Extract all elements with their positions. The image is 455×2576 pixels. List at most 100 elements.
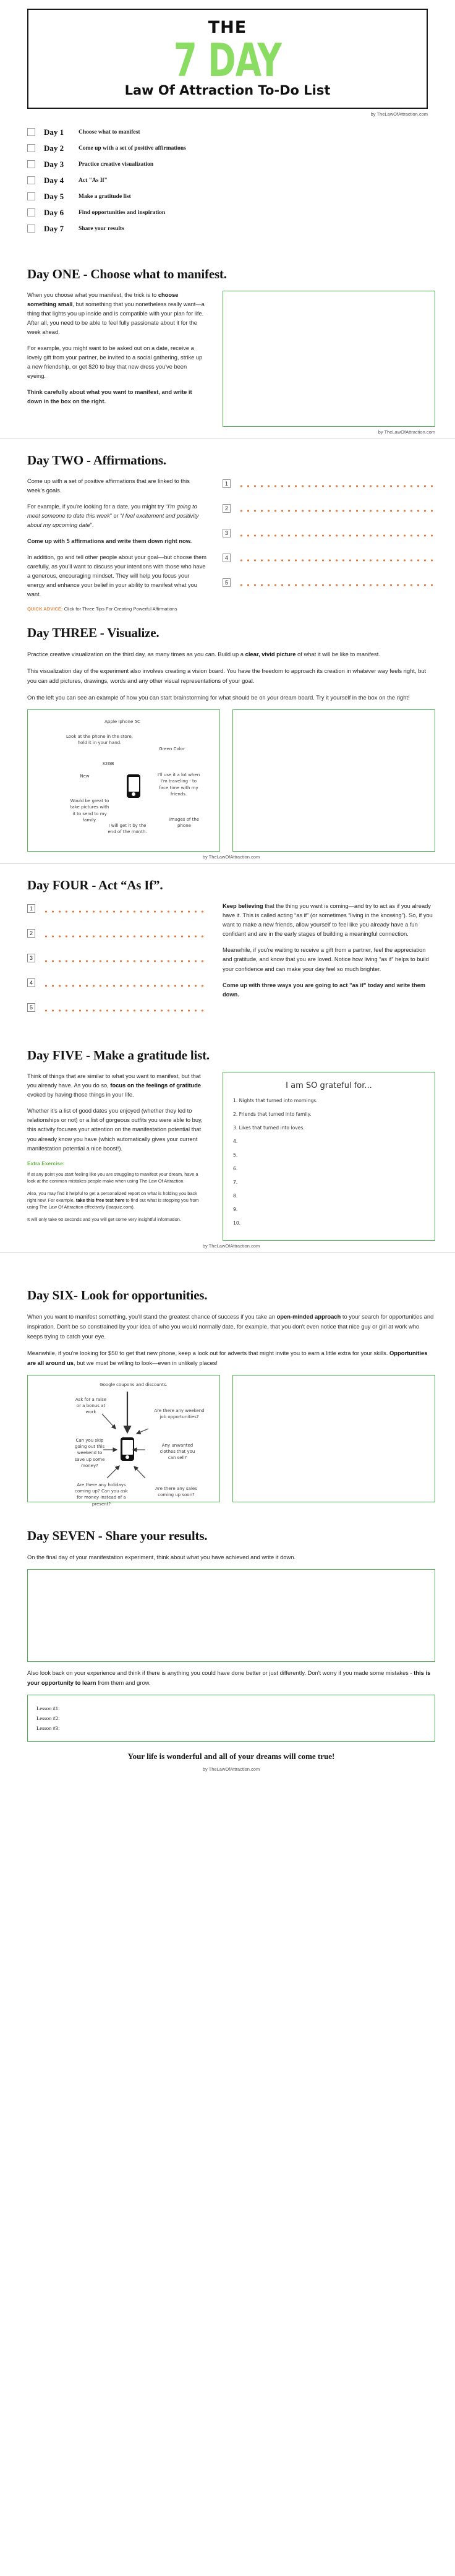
- day-three-title: Day THREE - Visualize.: [27, 625, 159, 641]
- checkbox-icon[interactable]: [27, 208, 35, 217]
- checklist-item[interactable]: Day 4 Act "As If": [27, 173, 455, 189]
- dotted-write-line[interactable]: [238, 584, 435, 587]
- day-one-instruction: Think carefully about what you want to m…: [27, 389, 192, 405]
- day-five-paragraph-5: It will only take 60 seconds and you wil…: [27, 1216, 181, 1222]
- checklist-item[interactable]: Day 6 Find opportunities and inspiration: [27, 205, 455, 221]
- day-five-paragraph-4: Also, you may find it helpful to get a p…: [27, 1190, 199, 1210]
- affirmation-line[interactable]: 2: [223, 503, 435, 513]
- checkbox-icon[interactable]: [27, 144, 35, 153]
- gratitude-item[interactable]: 8.: [233, 1193, 425, 1199]
- affirmation-line[interactable]: 1: [223, 479, 435, 488]
- affirmation-line[interactable]: 4: [223, 553, 435, 562]
- dotted-write-line[interactable]: [43, 1009, 206, 1012]
- lessons-box[interactable]: Lesson #1: Lesson #2: Lesson #3:: [27, 1695, 435, 1742]
- lesson-item[interactable]: Lesson #3:: [36, 1725, 426, 1731]
- gratitude-item[interactable]: 5.: [233, 1152, 425, 1158]
- affirmation-line[interactable]: 5: [223, 578, 435, 587]
- checklist: Day 1 Choose what to manifest Day 2 Come…: [0, 117, 455, 241]
- checklist-item[interactable]: Day 2 Come up with a set of positive aff…: [27, 140, 455, 156]
- day-seven-write-box[interactable]: [27, 1569, 435, 1662]
- section-day-four: Day FOUR - Act “As If”. 1 2 3 4 5 Keep b…: [0, 878, 455, 1028]
- day-two-paragraph-1: Come up with a set of positive affirmati…: [27, 477, 190, 494]
- day-six-title: Day SIX- Look for opportunities.: [27, 1288, 208, 1303]
- line-number: 4: [27, 978, 35, 988]
- act-line[interactable]: 5: [27, 1003, 206, 1012]
- day-three-paragraph-1: Practice creative visualization on the t…: [27, 651, 380, 658]
- checklist-item[interactable]: Day 5 Make a gratitude list: [27, 189, 455, 205]
- day-two-instruction: Come up with 5 affirmations and write th…: [27, 538, 192, 544]
- day-three-vision-board-box[interactable]: [232, 709, 435, 852]
- day-one-write-box[interactable]: [223, 290, 435, 427]
- gratitude-item[interactable]: 6.: [233, 1166, 425, 1171]
- lesson-item[interactable]: Lesson #2:: [36, 1715, 426, 1721]
- sketch-note: Are there any holidays coming up? Can yo…: [75, 1483, 128, 1507]
- act-line[interactable]: 2: [27, 929, 206, 938]
- checklist-item[interactable]: Day 7 Share your results: [27, 221, 455, 237]
- dotted-write-line[interactable]: [43, 984, 206, 987]
- dotted-write-line[interactable]: [238, 559, 435, 562]
- day-five-byline: by TheLawOfAttraction.com: [202, 1243, 260, 1249]
- checklist-task-label: Find opportunities and inspiration: [79, 209, 166, 216]
- day-two-quick-advice[interactable]: QUICK ADVICE: Click for Three Tips For C…: [27, 606, 206, 612]
- dotted-write-line[interactable]: [43, 959, 206, 962]
- checkbox-icon[interactable]: [27, 160, 35, 169]
- dotted-write-line[interactable]: [238, 534, 435, 537]
- day-four-act-lines: 1 2 3 4 5: [27, 902, 206, 1028]
- gratitude-item[interactable]: 7.: [233, 1179, 425, 1185]
- act-line[interactable]: 4: [27, 978, 206, 988]
- title-frame: THE 7 DAY Law Of Attraction To-Do List: [27, 9, 428, 109]
- day-six-opportunity-box[interactable]: [232, 1375, 435, 1503]
- dotted-write-line[interactable]: [43, 935, 206, 938]
- checklist-task-label: Act "As If": [79, 177, 108, 184]
- day-six-opportunity-sketch: Google coupons and discounts. Ask for a …: [27, 1375, 220, 1507]
- checkbox-icon[interactable]: [27, 192, 35, 201]
- closing-message: Your life is wonderful and all of your d…: [127, 1752, 335, 1761]
- day-five-paragraph-3: If at any point you start feeling like y…: [27, 1171, 198, 1184]
- gratitude-title: I am SO grateful for...: [286, 1081, 372, 1091]
- sketch-note: Green Color: [159, 747, 185, 752]
- sketch-note: I will get it by the end of the month.: [108, 823, 147, 835]
- checklist-item[interactable]: Day 3 Practice creative visualization: [27, 156, 455, 173]
- gratitude-item[interactable]: 9.: [233, 1207, 425, 1212]
- checklist-day-label: Day 4: [44, 175, 64, 185]
- gratitude-item[interactable]: 10.: [233, 1220, 425, 1226]
- sketch-note: Are there any sales coming up soon?: [155, 1486, 197, 1498]
- checkbox-icon[interactable]: [27, 128, 35, 137]
- day-three-paragraph-3: On the left you can see an example of ho…: [27, 694, 410, 701]
- section-divider: [0, 863, 455, 865]
- checklist-item[interactable]: Day 1 Choose what to manifest: [27, 124, 455, 140]
- dotted-write-line[interactable]: [238, 485, 435, 488]
- sketch-note: Can you skip going out this weekend to s…: [74, 1438, 105, 1468]
- checkbox-icon[interactable]: [27, 176, 35, 185]
- gratitude-item[interactable]: 3. Likes that turned into loves.: [233, 1125, 425, 1131]
- section-day-one: Day ONE - Choose what to manifest. When …: [0, 267, 455, 435]
- day-seven-paragraph-2: Also look back on your experience and th…: [27, 1669, 431, 1687]
- dotted-write-line[interactable]: [43, 910, 206, 913]
- sketch-note: Would be great to take pictures with it …: [70, 798, 109, 823]
- lesson-item[interactable]: Lesson #1:: [36, 1705, 426, 1711]
- gratitude-item[interactable]: 4.: [233, 1139, 425, 1144]
- sketch-note: 32GB: [102, 761, 114, 767]
- day-four-paragraph-2: Meanwhile, if you're waiting to receive …: [223, 947, 429, 972]
- act-line[interactable]: 3: [27, 954, 206, 963]
- line-number: 1: [223, 479, 231, 488]
- day-five-title: Day FIVE - Make a gratitude list.: [27, 1048, 210, 1063]
- day-three-example-vision-board: Apple Iphone 5C Look at the phone in the…: [27, 709, 220, 852]
- gratitude-item[interactable]: 2. Friends that turned into family.: [233, 1111, 425, 1117]
- checkbox-icon[interactable]: [27, 225, 35, 233]
- affirmation-line[interactable]: 3: [223, 528, 435, 537]
- act-line[interactable]: 1: [27, 904, 206, 914]
- section-day-six: Day SIX- Look for opportunities. When yo…: [0, 1288, 455, 1507]
- gratitude-list-box[interactable]: I am SO grateful for... 1. Nights that t…: [223, 1072, 435, 1241]
- sketch-note: I'll use it a lot when I'm traveling - t…: [157, 772, 200, 797]
- title-7day: 7 DAY: [173, 33, 282, 87]
- day-two-title: Day TWO - Affirmations.: [27, 452, 166, 468]
- header-byline: by TheLawOfAttraction.com: [370, 111, 428, 117]
- sketch-note: New: [80, 774, 90, 779]
- dotted-write-line[interactable]: [238, 510, 435, 513]
- checklist-task-label: Make a gratitude list: [79, 193, 131, 200]
- gratitude-item[interactable]: 1. Nights that turned into mornings.: [233, 1098, 425, 1103]
